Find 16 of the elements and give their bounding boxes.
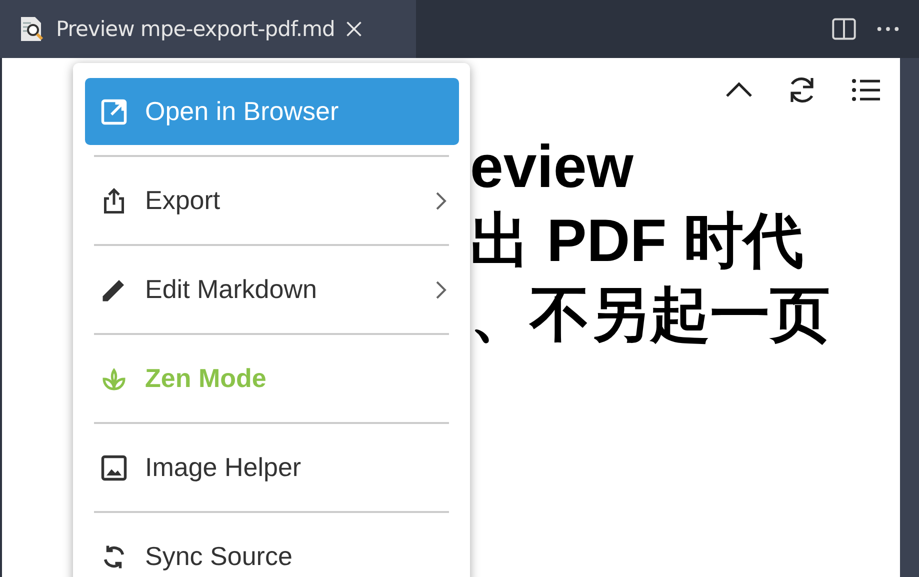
heading-text: 出 PDF 时代: [470, 206, 804, 276]
tab-title: Preview mpe-export-pdf.md: [56, 17, 335, 41]
split-editor-icon[interactable]: [831, 16, 857, 42]
preview-file-icon: [18, 15, 46, 43]
heading-text: eview: [470, 132, 634, 202]
heading-text: 、不另起一页: [470, 280, 831, 350]
editor-tab[interactable]: Preview mpe-export-pdf.md: [0, 0, 416, 58]
external-link-icon: [99, 96, 129, 126]
image-icon: [99, 452, 129, 482]
chevron-right-icon: [435, 280, 447, 300]
menu-item[interactable]: Image Helper: [85, 434, 459, 501]
menu-item[interactable]: Export: [85, 167, 459, 234]
menu-item[interactable]: Edit Markdown: [85, 256, 459, 323]
close-icon[interactable]: [344, 20, 363, 38]
chevron-right-icon: [435, 190, 447, 210]
menu-item[interactable]: Sync Source: [85, 523, 459, 577]
